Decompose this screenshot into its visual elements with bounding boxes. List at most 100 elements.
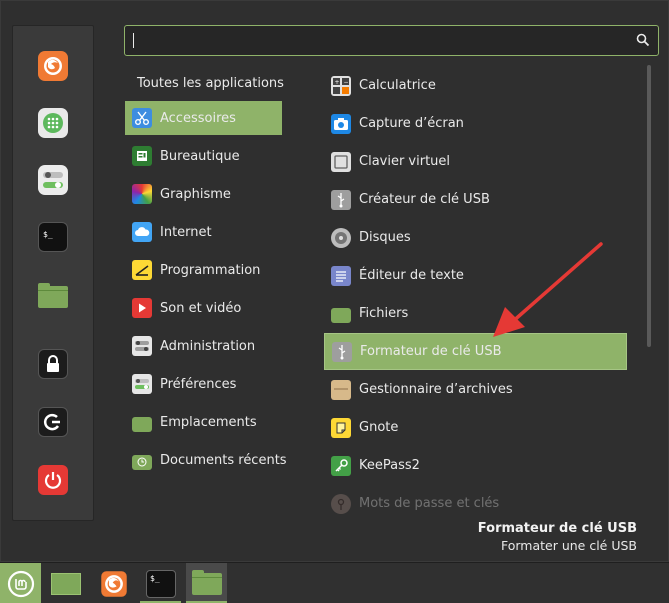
- camera-icon: [331, 113, 351, 134]
- category-label: Administration: [160, 338, 256, 354]
- recent-folder-icon: [132, 454, 152, 470]
- mint-menu-icon: [7, 570, 34, 597]
- usb-icon: [332, 341, 352, 362]
- taskbar-show-desktop[interactable]: [46, 563, 86, 603]
- category-label: Internet: [160, 224, 212, 240]
- app-label: Mots de passe et clés: [359, 496, 500, 511]
- calculator-icon: + −: [331, 75, 351, 96]
- favorite-terminal[interactable]: $_: [38, 222, 68, 252]
- app-label: Gnote: [359, 420, 399, 435]
- desktop-icon: [51, 572, 81, 595]
- category-preferences[interactable]: Préférences: [125, 367, 282, 401]
- svg-text:$_: $_: [43, 230, 53, 239]
- text-cursor: [133, 33, 134, 48]
- category-son-et-video[interactable]: Son et vidéo: [125, 291, 282, 325]
- category-internet[interactable]: Internet: [125, 215, 282, 249]
- category-label: Accessoires: [160, 110, 236, 126]
- admin-icon: [132, 336, 152, 356]
- app-gestionnaire-archives[interactable]: Gestionnaire d’archives: [324, 371, 627, 408]
- category-label: Documents récents: [160, 452, 287, 468]
- play-icon: [132, 298, 152, 318]
- app-description-text: Formater une clé USB: [500, 538, 637, 553]
- category-programmation[interactable]: Programmation: [125, 253, 282, 287]
- search-input[interactable]: [125, 26, 625, 55]
- app-calculatrice[interactable]: + − Calculatrice: [324, 67, 627, 104]
- category-accessoires[interactable]: Accessoires: [125, 101, 282, 135]
- graphics-icon: [132, 184, 152, 204]
- app-capture-ecran[interactable]: Capture d’écran: [324, 105, 627, 142]
- app-label: Éditeur de texte: [359, 268, 464, 283]
- svg-text:+: +: [335, 79, 340, 86]
- favorite-settings[interactable]: [38, 165, 68, 195]
- taskbar-files[interactable]: [186, 563, 227, 603]
- disk-icon: [331, 227, 351, 248]
- logout-icon: [43, 413, 60, 431]
- firefox-icon: [44, 57, 62, 75]
- folder-icon: [132, 416, 152, 432]
- taskbar-terminal[interactable]: $_: [140, 563, 181, 603]
- app-label: Fichiers: [359, 306, 409, 321]
- category-label: Graphisme: [160, 186, 231, 202]
- category-administration[interactable]: Administration: [125, 329, 282, 363]
- programming-icon: [132, 260, 152, 280]
- favorites-bar: $_: [12, 25, 94, 521]
- taskbar-firefox[interactable]: [93, 563, 134, 603]
- folder-icon: [331, 308, 351, 323]
- svg-text:$_: $_: [150, 574, 160, 583]
- svg-text:−: −: [344, 79, 349, 86]
- category-documents-recents[interactable]: Documents récents: [125, 443, 287, 477]
- app-description-title: Formateur de clé USB: [477, 521, 637, 536]
- key-icon: [331, 455, 351, 476]
- firefox-icon: [100, 570, 127, 597]
- app-createur-cle-usb[interactable]: Créateur de clé USB: [324, 181, 627, 218]
- category-label: Bureautique: [160, 148, 240, 164]
- office-icon: [132, 146, 152, 166]
- favorite-shutdown[interactable]: [38, 465, 68, 495]
- archive-icon: [331, 379, 351, 400]
- keyboard-icon: [331, 151, 351, 172]
- app-label: Calculatrice: [359, 78, 436, 93]
- category-label: Programmation: [160, 262, 261, 278]
- terminal-icon: $_: [145, 569, 176, 598]
- application-menu: $_ Toutes les applications Accessoires B…: [0, 0, 669, 562]
- keyring-icon: [331, 493, 351, 514]
- app-label: Clavier virtuel: [359, 154, 451, 169]
- text-editor-icon: [331, 265, 351, 286]
- app-label: Formateur de clé USB: [360, 344, 502, 359]
- app-list-scrollbar[interactable]: [647, 65, 651, 347]
- favorite-firefox[interactable]: [38, 51, 68, 81]
- taskbar-menu-button[interactable]: [0, 563, 41, 603]
- usb-icon: [331, 189, 351, 210]
- favorite-folder[interactable]: [38, 282, 68, 312]
- lock-icon: [47, 355, 59, 372]
- cloud-icon: [132, 222, 152, 242]
- taskbar: $_: [0, 562, 669, 603]
- annotation-arrow-icon: [493, 242, 603, 337]
- preferences-icon: [132, 374, 152, 394]
- folder-icon: [191, 569, 222, 595]
- category-bureautique[interactable]: Bureautique: [125, 139, 282, 173]
- app-clavier-virtuel[interactable]: Clavier virtuel: [324, 143, 627, 180]
- favorite-lock-screen[interactable]: [38, 349, 68, 379]
- app-label: Disques: [359, 230, 411, 245]
- app-keepass2[interactable]: KeePass2: [324, 447, 627, 484]
- search-box[interactable]: [124, 25, 659, 56]
- folder-icon: [38, 283, 68, 308]
- scissors-icon: [132, 108, 152, 128]
- favorite-logout[interactable]: [38, 407, 68, 437]
- app-label: Capture d’écran: [359, 116, 464, 131]
- app-label: Créateur de clé USB: [359, 192, 490, 207]
- category-emplacements[interactable]: Emplacements: [125, 405, 282, 439]
- category-graphisme[interactable]: Graphisme: [125, 177, 282, 211]
- favorite-software-manager[interactable]: [38, 108, 68, 138]
- software-manager-icon: [43, 113, 63, 133]
- category-label: Préférences: [160, 376, 237, 392]
- terminal-icon: $_: [43, 230, 53, 239]
- app-label: Gestionnaire d’archives: [359, 382, 513, 397]
- app-gnote[interactable]: Gnote: [324, 409, 627, 446]
- category-all-applications[interactable]: Toutes les applications: [137, 76, 284, 91]
- search-icon: [636, 33, 650, 47]
- note-icon: [331, 417, 351, 438]
- app-label: KeePass2: [359, 458, 420, 473]
- app-mots-de-passe-et-cles[interactable]: Mots de passe et clés: [324, 485, 627, 522]
